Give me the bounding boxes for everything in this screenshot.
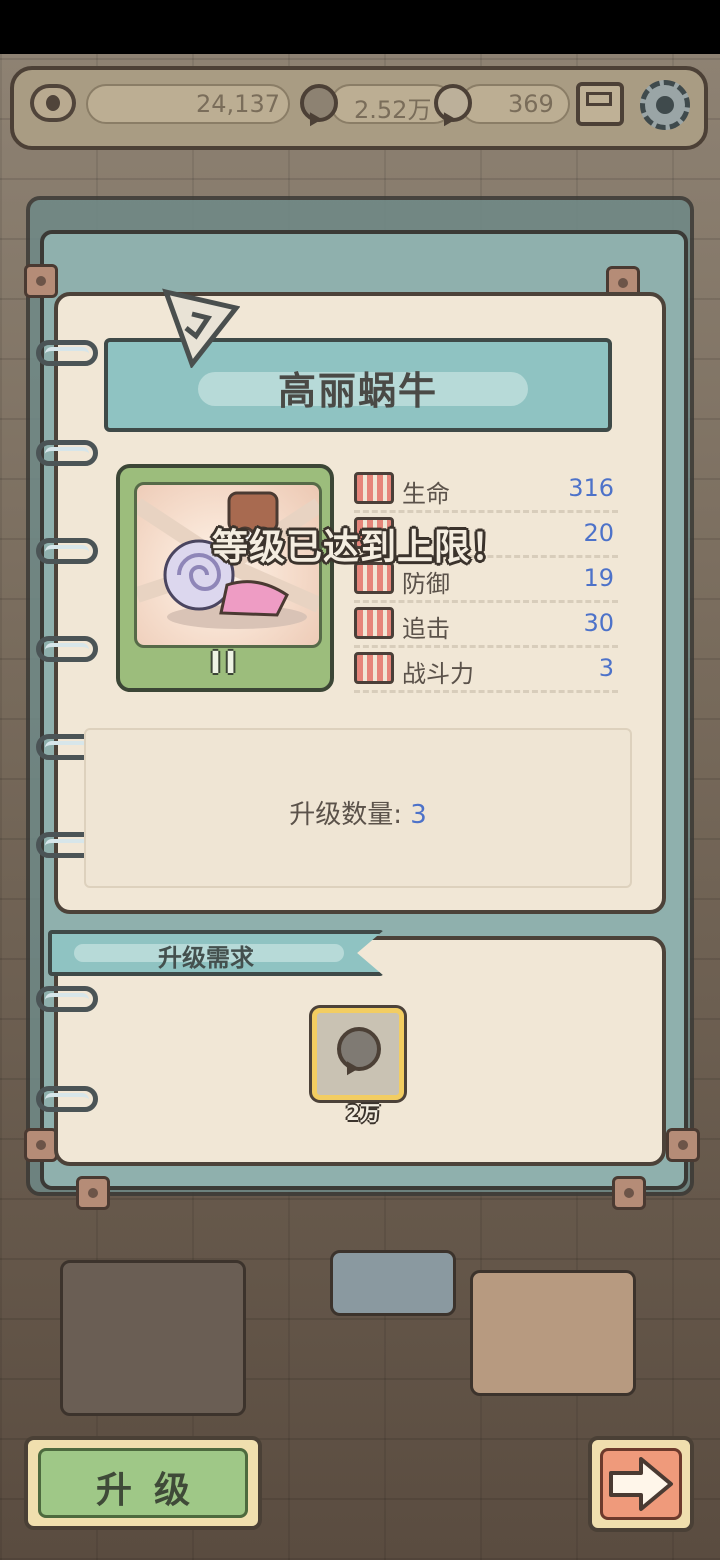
rivet	[24, 264, 58, 298]
stat-label: 战斗力	[402, 660, 474, 688]
upgrade-count-value: 3	[410, 800, 427, 830]
requirement-item[interactable]: 2万	[312, 1008, 404, 1125]
background-decor	[60, 1260, 246, 1416]
bubble-currency-icon	[337, 1027, 381, 1071]
rivet	[76, 1176, 110, 1210]
stat-row: 战斗力 3	[354, 646, 618, 693]
binder-ring	[36, 340, 98, 366]
max-level-toast: 等级已达到上限！	[211, 527, 508, 568]
rarity-tag-icon	[162, 288, 240, 368]
health-icon	[354, 472, 394, 504]
status-bar	[0, 0, 720, 54]
mail-icon[interactable]	[576, 82, 624, 126]
stat-label: 生命	[402, 480, 450, 508]
upgrade-count-label: 升级数量:	[289, 800, 402, 830]
next-button-face	[600, 1448, 682, 1520]
gear-icon[interactable]	[640, 80, 690, 130]
bubbles-value: 2.52万	[354, 96, 432, 124]
stat-value: 3	[598, 654, 614, 682]
binder-ring	[36, 1086, 98, 1112]
upgrade-count: 升级数量: 3	[86, 794, 630, 831]
rivet	[666, 1128, 700, 1162]
binder-ring	[36, 986, 98, 1012]
arrow-right-icon	[609, 1457, 673, 1511]
background-decor	[470, 1270, 636, 1396]
creature-level: II	[209, 646, 241, 681]
background-decor	[330, 1250, 456, 1316]
upgrade-count-box: 升级数量: 3	[84, 728, 632, 888]
rivet	[24, 1128, 58, 1162]
pursuit-icon	[354, 607, 394, 639]
requirements-title: 升级需求	[158, 944, 254, 972]
requirements-banner: 升级需求	[48, 930, 384, 976]
stat-row: 生命 316	[354, 466, 618, 513]
power-icon	[354, 652, 394, 684]
bubble-currency-icon[interactable]	[300, 84, 338, 122]
upgrade-button-face: 升级	[38, 1448, 248, 1518]
upgrade-button-label: 升级	[95, 1470, 212, 1511]
gem-bubble-icon[interactable]	[434, 84, 472, 122]
stat-row: 追击 30	[354, 601, 618, 648]
stat-value: 316	[568, 474, 614, 502]
next-button[interactable]	[588, 1436, 694, 1532]
eye-icon[interactable]	[30, 84, 76, 122]
rivet	[612, 1176, 646, 1210]
upgrade-button[interactable]: 升级	[24, 1436, 262, 1530]
creature-portrait[interactable]: II	[116, 464, 334, 692]
gems-value: 369	[508, 90, 554, 118]
stat-label: 追击	[402, 615, 450, 643]
binder-ring	[36, 636, 98, 662]
stat-value: 30	[583, 609, 614, 637]
binder-ring	[36, 440, 98, 466]
views-value: 24,137	[196, 90, 280, 118]
creature-name: 高丽蜗牛	[277, 369, 438, 413]
requirement-amount: 2万	[346, 1101, 380, 1125]
